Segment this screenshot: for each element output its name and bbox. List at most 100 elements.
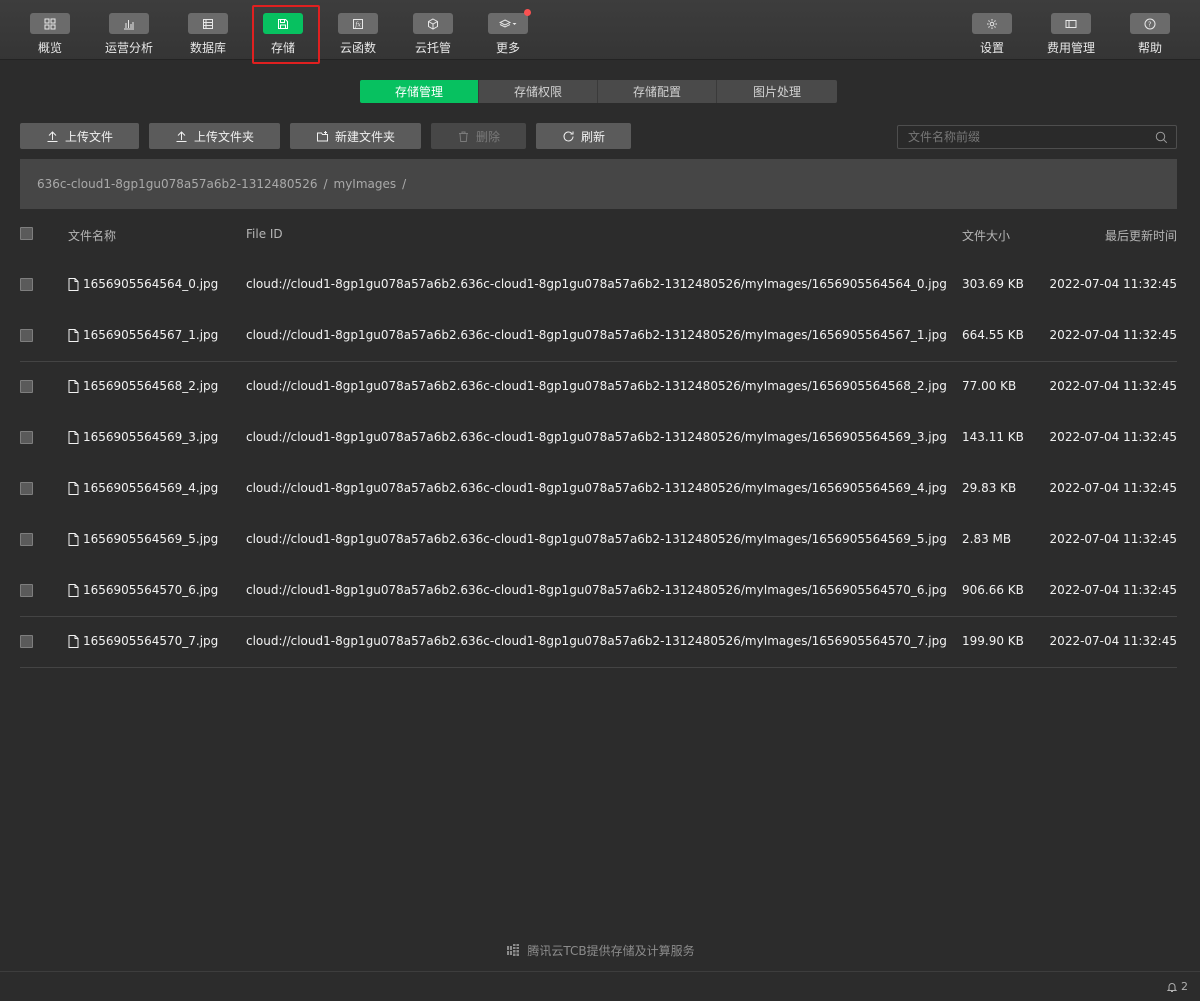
upload-folder-button[interactable]: 上传文件夹 (149, 123, 280, 149)
file-name: 1656905564569_5.jpg (83, 532, 219, 546)
file-name: 1656905564568_2.jpg (83, 379, 219, 393)
file-icon (68, 634, 79, 648)
file-name: 1656905564569_4.jpg (83, 481, 219, 495)
file-size-cell: 664.55 KB (962, 328, 1024, 342)
file-id-cell: cloud://cloud1-8gp1gu078a57a6b2.636c-clo… (246, 277, 947, 291)
grid-icon (30, 13, 70, 34)
row-checkbox[interactable] (20, 380, 33, 393)
tab-image-processing[interactable]: 图片处理 (717, 80, 837, 103)
notification-button[interactable]: 2 (1166, 980, 1188, 993)
file-icon (68, 583, 79, 597)
file-id-cell: cloud://cloud1-8gp1gu078a57a6b2.636c-clo… (246, 583, 947, 597)
table-row[interactable]: 1656905564570_7.jpg cloud://cloud1-8gp1g… (20, 617, 1177, 668)
table-row[interactable]: 1656905564568_2.jpg cloud://cloud1-8gp1g… (20, 362, 1177, 413)
toolbar-cloud-hosting[interactable]: 云托管 (395, 0, 471, 60)
refresh-button[interactable]: 刷新 (536, 123, 631, 149)
table-row[interactable]: 1656905564564_0.jpg cloud://cloud1-8gp1g… (20, 260, 1177, 311)
toolbar-label: 运营分析 (104, 41, 153, 55)
file-name-cell[interactable]: 1656905564568_2.jpg (68, 379, 218, 393)
file-id-cell: cloud://cloud1-8gp1gu078a57a6b2.636c-clo… (246, 379, 947, 393)
toolbar-label: 帮助 (1137, 41, 1162, 55)
toolbar-label: 云托管 (414, 41, 451, 55)
table-row[interactable]: 1656905564569_4.jpg cloud://cloud1-8gp1g… (20, 464, 1177, 515)
file-icon (68, 379, 79, 393)
file-size-cell: 77.00 KB (962, 379, 1017, 393)
toolbar-database[interactable]: 数据库 (170, 0, 246, 60)
toolbar-storage[interactable]: 存储 (245, 0, 321, 60)
file-icon (68, 277, 79, 291)
row-checkbox[interactable] (20, 482, 33, 495)
toolbar-settings[interactable]: 设置 (954, 0, 1030, 60)
file-name: 1656905564569_3.jpg (83, 430, 219, 444)
file-name-cell[interactable]: 1656905564569_4.jpg (68, 481, 218, 495)
row-checkbox[interactable] (20, 278, 33, 291)
table-row[interactable]: 1656905564567_1.jpg cloud://cloud1-8gp1g… (20, 311, 1177, 362)
updated-cell: 2022-07-04 11:32:45 (1049, 430, 1177, 444)
file-icon (68, 481, 79, 495)
toolbar-label: 数据库 (189, 41, 226, 55)
refresh-icon (563, 130, 574, 141)
search-box (897, 125, 1177, 149)
table-row[interactable]: 1656905564569_5.jpg cloud://cloud1-8gp1g… (20, 515, 1177, 566)
file-id-cell: cloud://cloud1-8gp1gu078a57a6b2.636c-clo… (246, 430, 947, 444)
table-row[interactable]: 1656905564569_3.jpg cloud://cloud1-8gp1g… (20, 413, 1177, 464)
toolbar-cloud-function[interactable]: fx 云函数 (320, 0, 396, 60)
notification-dot (524, 9, 531, 16)
file-size-cell: 906.66 KB (962, 583, 1024, 597)
file-name-cell[interactable]: 1656905564567_1.jpg (68, 328, 218, 342)
select-all-checkbox[interactable] (20, 227, 33, 240)
toolbar-help[interactable]: ? 帮助 (1112, 0, 1188, 60)
file-name: 1656905564570_7.jpg (83, 634, 219, 648)
updated-cell: 2022-07-04 11:32:45 (1049, 583, 1177, 597)
database-icon (188, 13, 228, 34)
upload-file-button[interactable]: 上传文件 (20, 123, 139, 149)
toolbar-label: 费用管理 (1046, 41, 1095, 55)
trash-icon (458, 131, 468, 142)
file-name-cell[interactable]: 1656905564570_7.jpg (68, 634, 218, 648)
toolbar-more[interactable]: 更多 (470, 0, 546, 60)
file-name-cell[interactable]: 1656905564569_3.jpg (68, 430, 218, 444)
delete-button[interactable]: 删除 (431, 123, 526, 149)
footer-brand: 腾讯云TCB提供存储及计算服务 (0, 941, 1200, 959)
top-toolbar: 概览 运营分析 数据库 存储 fx 云函数 云托管 更多 设置 费用管理 ? 帮… (0, 0, 1200, 60)
updated-cell: 2022-07-04 11:32:45 (1049, 328, 1177, 342)
footer-text: 腾讯云TCB提供存储及计算服务 (527, 943, 695, 958)
breadcrumb: 636c-cloud1-8gp1gu078a57a6b2-1312480526 … (20, 159, 1177, 209)
row-checkbox[interactable] (20, 635, 33, 648)
updated-cell: 2022-07-04 11:32:45 (1049, 532, 1177, 546)
help-icon: ? (1130, 13, 1170, 34)
bar-chart-icon (109, 13, 149, 34)
toolbar-label: 设置 (979, 41, 1004, 55)
row-checkbox[interactable] (20, 431, 33, 444)
file-name-cell[interactable]: 1656905564569_5.jpg (68, 532, 218, 546)
upload-folder-label: 上传文件夹 (193, 129, 254, 144)
refresh-label: 刷新 (580, 129, 605, 144)
file-size-cell: 199.90 KB (962, 634, 1024, 648)
notification-count: 2 (1181, 980, 1188, 993)
tab-storage-config[interactable]: 存储配置 (598, 80, 717, 103)
toolbar-overview[interactable]: 概览 (12, 0, 88, 60)
breadcrumb-folder[interactable]: myImages (334, 177, 397, 191)
table-row[interactable]: 1656905564570_6.jpg cloud://cloud1-8gp1g… (20, 566, 1177, 617)
row-checkbox[interactable] (20, 584, 33, 597)
file-id-cell: cloud://cloud1-8gp1gu078a57a6b2.636c-clo… (246, 532, 947, 546)
new-folder-button[interactable]: 新建文件夹 (290, 123, 421, 149)
tencent-cloud-logo-icon (507, 944, 520, 956)
toolbar-analytics[interactable]: 运营分析 (91, 0, 167, 60)
upload-file-label: 上传文件 (64, 129, 113, 144)
search-input[interactable] (898, 126, 1148, 148)
breadcrumb-bucket[interactable]: 636c-cloud1-8gp1gu078a57a6b2-1312480526 (37, 177, 317, 191)
table-header: 文件名称 File ID 文件大小 最后更新时间 (20, 218, 1177, 252)
breadcrumb-separator: / (402, 177, 407, 191)
row-checkbox[interactable] (20, 533, 33, 546)
toolbar-billing[interactable]: 费用管理 (1033, 0, 1109, 60)
file-icon (68, 430, 79, 444)
search-icon[interactable] (1155, 131, 1168, 144)
file-name-cell[interactable]: 1656905564564_0.jpg (68, 277, 218, 291)
tab-storage-management[interactable]: 存储管理 (360, 80, 479, 103)
row-checkbox[interactable] (20, 329, 33, 342)
tab-storage-permissions[interactable]: 存储权限 (479, 80, 598, 103)
new-folder-icon (316, 130, 328, 141)
file-name: 1656905564567_1.jpg (83, 328, 219, 342)
file-name-cell[interactable]: 1656905564570_6.jpg (68, 583, 218, 597)
